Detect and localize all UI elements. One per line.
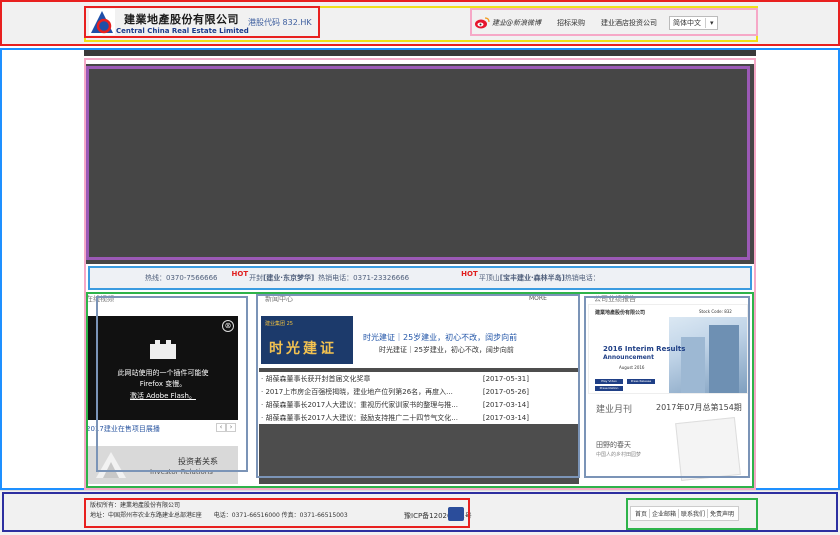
video-pager: ‹ ›	[216, 423, 236, 432]
hotline-project-2[interactable]: [宝丰建业·森林半岛]	[500, 273, 565, 283]
site-footer: 版权所有：建業地產股份有限公司 地址：中国郑州市农业东路建业总部港E座 电话：0…	[0, 490, 840, 535]
report-title-1: 2016 Interim Results	[603, 345, 686, 353]
footer-contact-link[interactable]: 联系我们	[679, 509, 709, 518]
site-header: 建業地產股份有限公司 Central China Real Estate Lim…	[0, 0, 840, 45]
report-title-2: Announcement	[603, 354, 654, 361]
magazine-name: 建业月刊	[596, 405, 633, 415]
hotline-project-1[interactable]: [建业·东京梦华]	[263, 273, 314, 283]
next-button[interactable]: ›	[226, 423, 236, 432]
top-nav: 建业@新浪微博 招标采购 建业酒店投资公司 简体中文 ▾	[470, 10, 758, 35]
video-caption[interactable]: 2017建业在售项目展播	[86, 424, 160, 434]
copyright: 版权所有：建業地產股份有限公司	[90, 502, 181, 509]
hot-badge-2: HOT	[461, 270, 478, 278]
nav-bidding[interactable]: 招标采购	[557, 18, 585, 28]
news-title[interactable]: · 胡葆森董事长2017人大建议：鼓励支持推广二十四节气文化...	[261, 413, 458, 423]
featured-news-desc: 时光建证｜25岁建业，初心不改，阔步向前	[379, 346, 514, 354]
news-date: [2017-03-14]	[482, 413, 529, 422]
footer-mail-link[interactable]: 企业邮箱	[650, 509, 680, 518]
buildings-image	[669, 317, 747, 393]
reports-heading: 公司业绩报告	[594, 295, 636, 303]
featured-news-thumbnail[interactable]: 建业集团 25 时光建证	[261, 316, 353, 364]
list-item[interactable]: · 胡葆森董事长2017人大建议：重视历代家训家书的整理与推... [2017-…	[259, 398, 579, 411]
activate-flash-link[interactable]: 激活 Adobe Flash。	[88, 391, 238, 402]
company-logo-icon	[89, 9, 115, 35]
investor-relations-banner[interactable]: 投资者关系 Investor Relations	[88, 446, 238, 484]
weibo-link[interactable]: 建业@新浪微博	[474, 16, 541, 29]
hero-banner[interactable]	[84, 64, 754, 264]
hotline-phone-2: 热销电话：	[564, 274, 600, 282]
magazine-issue: 2017年07月总第154期	[656, 403, 742, 412]
weibo-label: 建业@新浪微博	[492, 18, 541, 27]
video-column: 在线视频 ⊗ 此网站使用的一个插件可能使 Firefox 变慢。 激活 Adob…	[86, 294, 248, 484]
news-heading: 新闻中心	[265, 295, 293, 303]
news-date: [2017-05-31]	[482, 374, 529, 383]
hot-badge-1: HOT	[231, 270, 249, 278]
footer-disclaimer-link[interactable]: 免责声明	[708, 509, 736, 518]
report-stock: Stock Code: 832	[699, 309, 732, 314]
hotline-city-1: 开封	[249, 274, 264, 282]
thumbnail-title: 时光建证	[269, 341, 337, 357]
monthly-magazine[interactable]: 建业月刊 2017年07月总第154期 田野的春天 中国人的乡村田园梦	[588, 396, 748, 482]
news-list: · 胡葆森董事长获开封首届文化奖章 [2017-05-31] · 2017上市房…	[259, 372, 579, 424]
play-video-button[interactable]: Play Video	[595, 379, 623, 384]
hotline-phone-1: 热销电话：0371-23326666	[318, 274, 410, 282]
language-value: 简体中文	[673, 18, 701, 27]
news-date: [2017-05-26]	[482, 387, 529, 396]
news-column: 新闻中心 MORE 建业集团 25 时光建证 时光建证｜25岁建业，初心不改，阔…	[259, 294, 579, 484]
plugin-icon	[150, 340, 176, 359]
presentation-button[interactable]: Presentation	[595, 386, 623, 391]
magazine-headline: 田野的春天	[596, 441, 631, 449]
magazine-cover-image	[675, 417, 741, 481]
interim-report-banner[interactable]: 建業地產股份有限公司 Stock Code: 832 2016 Interim …	[588, 304, 748, 394]
footer-links: 首页 企业邮箱 联系我们 免责声明	[630, 506, 740, 521]
hotline-bar: 热线：0370-7566666 HOT 开封 [建业·东京梦华] 热销电话：03…	[89, 267, 751, 289]
police-badge-icon[interactable]	[448, 507, 464, 521]
stock-code: 港股代码 832.HK	[248, 18, 312, 27]
report-month: August 2016	[619, 365, 645, 370]
footer-home-link[interactable]: 首页	[633, 509, 651, 518]
news-title[interactable]: · 胡葆森董事长获开封首届文化奖章	[261, 374, 370, 384]
hotline-city-2: 平顶山	[478, 274, 500, 282]
news-title[interactable]: · 2017上市房企百强榜揭晓，建业地产位列第26名，再度入...	[261, 387, 453, 397]
press-release-button[interactable]: Press Release	[627, 379, 655, 384]
thumbnail-label: 建业集团 25	[265, 321, 293, 327]
language-select[interactable]: 简体中文 ▾	[669, 15, 718, 30]
flash-plugin-notice[interactable]: ⊗ 此网站使用的一个插件可能使 Firefox 变慢。 激活 Adobe Fla…	[88, 316, 238, 420]
magazine-subhead: 中国人的乡村田园梦	[596, 452, 642, 458]
news-title[interactable]: · 胡葆森董事长2017人大建议：重视历代家训家书的整理与推...	[261, 400, 458, 410]
reports-column: 公司业绩报告 建業地產股份有限公司 Stock Code: 832 2016 I…	[586, 294, 750, 484]
featured-news-title[interactable]: 时光建证｜25岁建业，初心不改，阔步向前	[363, 332, 517, 343]
report-buttons: Play Video Press Release Presentation	[595, 379, 665, 393]
investor-label-en: Investor Relations	[150, 468, 213, 476]
flash-message-1: 此网站使用的一个插件可能使	[117, 369, 209, 377]
footer-info: 版权所有：建業地產股份有限公司 地址：中国郑州市农业东路建业总部港E座 电话：0…	[90, 501, 348, 521]
flash-message-2: Firefox 变慢。	[139, 380, 187, 388]
list-item[interactable]: · 胡葆森董事长2017人大建议：鼓励支持推广二十四节气文化... [2017-…	[259, 411, 579, 424]
company-name-cn: 建業地產股份有限公司	[124, 13, 239, 26]
news-date: [2017-03-14]	[482, 400, 529, 409]
investor-label-cn: 投资者关系	[178, 457, 218, 466]
address: 地址：中国郑州市农业东路建业总部港E座 电话：0371-66516000 传真：…	[90, 512, 348, 519]
close-icon[interactable]: ⊗	[222, 320, 234, 332]
company-name-en: Central China Real Estate Limited	[116, 27, 249, 35]
featured-news[interactable]: 建业集团 25 时光建证 时光建证｜25岁建业，初心不改，阔步向前 时光建证｜2…	[259, 310, 579, 368]
weibo-icon	[475, 16, 490, 28]
list-item[interactable]: · 2017上市房企百强榜揭晓，建业地产位列第26名，再度入... [2017-…	[259, 385, 579, 398]
investor-logo-icon	[96, 452, 126, 478]
report-company: 建業地產股份有限公司	[595, 310, 646, 316]
company-logo[interactable]: 建業地產股份有限公司 Central China Real Estate Lim…	[86, 8, 318, 38]
hotline-main: 热线：0370-7566666	[145, 274, 218, 282]
video-heading: 在线视频	[86, 295, 114, 303]
nav-hotel-investment[interactable]: 建业酒店投资公司	[601, 18, 657, 28]
chevron-down-icon: ▾	[710, 18, 714, 27]
news-more-link[interactable]: MORE	[529, 295, 547, 302]
banner-top-strip	[84, 48, 756, 56]
prev-button[interactable]: ‹	[216, 423, 226, 432]
list-item[interactable]: · 胡葆森董事长获开封首届文化奖章 [2017-05-31]	[259, 372, 579, 385]
